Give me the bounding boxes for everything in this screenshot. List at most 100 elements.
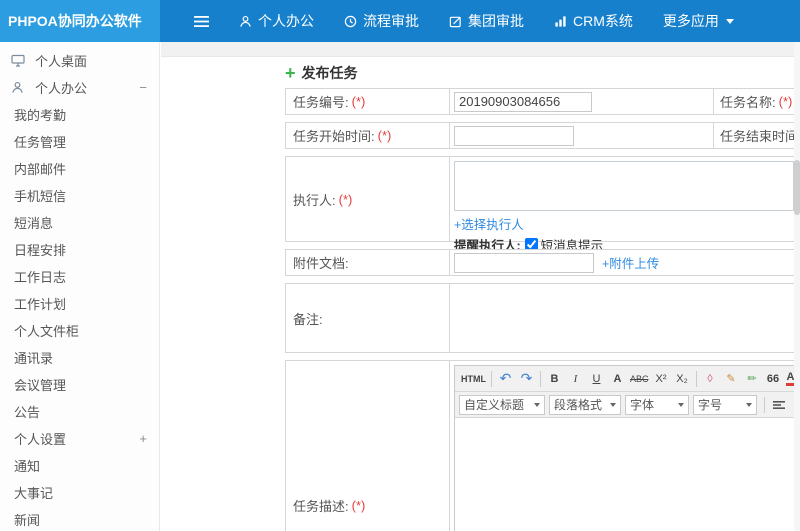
format-painter-button[interactable]: ✎ <box>721 369 742 389</box>
nav-more-apps[interactable]: 更多应用 <box>663 11 734 31</box>
label-text: 任务开始时间: <box>293 129 375 144</box>
underline-button[interactable]: U <box>586 369 607 389</box>
sidebar-item-personal-office[interactable]: 个人办公 − <box>0 74 159 101</box>
remark-textarea[interactable] <box>452 286 800 350</box>
rich-text-editor: HTML ↶ ↷ B I U A ABC X² X₂ ◊ ✎ ✏ 66 A 自定… <box>454 365 800 531</box>
sidebar-item-label: 短消息 <box>14 216 54 231</box>
sidebar-item-meeting-management[interactable]: 会议管理 <box>0 371 159 398</box>
label-text: 备注: <box>293 311 323 327</box>
sidebar-item-task-management[interactable]: 任务管理 <box>0 128 159 155</box>
form-row-attachment: 附件文档: +附件上传 <box>285 249 800 276</box>
nav-label: 更多应用 <box>662 13 719 29</box>
sidebar-item-label: 通知 <box>14 459 41 474</box>
source-code-button[interactable]: HTML <box>459 369 488 389</box>
chevron-down-icon <box>610 402 616 407</box>
expand-icon[interactable]: + <box>139 431 147 446</box>
app-logo[interactable]: PHPOA协同办公软件 <box>0 0 160 42</box>
blockquote-button[interactable]: 66 <box>763 369 784 389</box>
sidebar-item-work-plan[interactable]: 工作计划 <box>0 290 159 317</box>
redo-button[interactable]: ↷ <box>516 369 537 389</box>
sidebar-item-work-log[interactable]: 工作日志 <box>0 263 159 290</box>
align-left-button[interactable] <box>768 395 789 415</box>
sidebar-item-personal-settings[interactable]: 个人设置 + <box>0 425 159 452</box>
heading-select[interactable]: 自定义标题 <box>459 394 545 415</box>
sidebar-item-news[interactable]: 新闻 <box>0 506 159 531</box>
undo-button[interactable]: ↶ <box>495 369 516 389</box>
subscript-button[interactable]: X₂ <box>672 369 693 389</box>
desktop-icon <box>11 54 28 67</box>
editor-content-area[interactable] <box>455 418 800 531</box>
sidebar-item-notice[interactable]: 通知 <box>0 452 159 479</box>
superscript-button[interactable]: X² <box>651 369 672 389</box>
font-style-button[interactable]: A <box>607 369 628 389</box>
top-header: PHPOA协同办公软件 个人办公 流程审批 集团审批 CRM系统 更多应用 <box>0 0 800 42</box>
font-family-select[interactable]: 字体 <box>625 394 689 415</box>
form-row-description: 任务描述: (*) HTML ↶ ↷ B I U A ABC X² X₂ ◊ ✎… <box>285 360 800 531</box>
executor-textarea[interactable] <box>454 161 794 211</box>
sidebar-item-label: 会议管理 <box>14 378 67 393</box>
toolbar-separator <box>540 370 541 387</box>
attachment-cell: +附件上传 <box>449 249 800 276</box>
description-label: 任务描述: (*) <box>285 360 450 531</box>
start-time-label: 任务开始时间: (*) <box>285 122 450 149</box>
select-value: 段落格式 <box>554 398 603 412</box>
nav-label: 集团审批 <box>468 13 524 29</box>
strikethrough-button[interactable]: ABC <box>628 369 651 389</box>
sidebar-item-schedule[interactable]: 日程安排 <box>0 236 159 263</box>
task-number-label: 任务编号: (*) <box>285 88 450 115</box>
sidebar-item-my-attendance[interactable]: 我的考勤 <box>0 101 159 128</box>
form-row-executor: 执行人: (*) +选择执行人 提醒执行人: 短消息提示 <box>285 156 800 253</box>
nav-crm-system[interactable]: CRM系统 <box>554 11 633 31</box>
choose-executor-link[interactable]: +选择执行人 <box>454 214 524 233</box>
paragraph-format-select[interactable]: 段落格式 <box>549 394 621 415</box>
attachment-upload-link[interactable]: +附件上传 <box>602 253 659 272</box>
font-size-select[interactable]: 字号 <box>693 394 757 415</box>
italic-button[interactable]: I <box>565 369 586 389</box>
sidebar-item-label: 手机短信 <box>14 189 67 204</box>
nav-group-approval[interactable]: 集团审批 <box>449 11 524 31</box>
sidebar-item-label: 个人文件柜 <box>14 324 80 339</box>
bold-button[interactable]: B <box>544 369 565 389</box>
remove-format-button[interactable]: ◊ <box>700 369 721 389</box>
editor-toolbar-row2: 自定义标题 段落格式 字体 字号 <box>455 392 800 418</box>
clock-icon <box>344 15 357 28</box>
sidebar-item-personal-files[interactable]: 个人文件柜 <box>0 317 159 344</box>
executor-label: 执行人: (*) <box>285 156 450 242</box>
nav-process-approval[interactable]: 流程审批 <box>344 11 419 31</box>
user-icon <box>11 81 28 94</box>
edit-icon <box>449 15 462 28</box>
sidebar-item-announcement[interactable]: 公告 <box>0 398 159 425</box>
sidebar-item-label: 任务管理 <box>14 135 67 150</box>
sidebar-item-label: 新闻 <box>14 513 41 528</box>
collapse-icon[interactable]: − <box>139 80 147 95</box>
task-name-label: 任务名称: (*) <box>713 88 800 115</box>
sidebar-item-label: 个人桌面 <box>35 54 88 69</box>
nav-personal-office[interactable]: 个人办公 <box>239 11 314 31</box>
sidebar-item-label: 日程安排 <box>14 243 67 258</box>
label-text: 附件文档: <box>293 256 349 271</box>
attachment-input[interactable] <box>454 252 594 273</box>
page-title-text: 发布任务 <box>301 64 358 81</box>
chevron-down-icon <box>725 18 734 24</box>
start-time-input[interactable] <box>454 125 574 146</box>
top-nav: 个人办公 流程审批 集团审批 CRM系统 更多应用 <box>160 0 800 42</box>
sidebar-item-short-message[interactable]: 短消息 <box>0 209 159 236</box>
label-text: 任务编号: <box>293 95 349 110</box>
sidebar: 个人桌面 个人办公 − 我的考勤 任务管理 内部邮件 手机短信 短消息 日程安排… <box>0 42 160 531</box>
sidebar-item-internal-mail[interactable]: 内部邮件 <box>0 155 159 182</box>
required-mark: (*) <box>377 128 392 143</box>
pen-button[interactable]: ✏ <box>742 369 763 389</box>
select-value: 自定义标题 <box>464 398 525 412</box>
label-text: 任务描述: <box>293 498 349 514</box>
chevron-down-icon <box>678 402 684 407</box>
task-number-input[interactable] <box>454 91 592 112</box>
sidebar-item-address-book[interactable]: 通讯录 <box>0 344 159 371</box>
required-mark: (*) <box>351 497 366 513</box>
vertical-scrollbar-thumb[interactable] <box>794 160 800 215</box>
sidebar-item-events[interactable]: 大事记 <box>0 479 159 506</box>
hamburger-menu-icon[interactable] <box>194 15 209 28</box>
label-text: 任务名称: <box>720 95 776 110</box>
sidebar-item-mobile-sms[interactable]: 手机短信 <box>0 182 159 209</box>
sidebar-item-personal-desktop[interactable]: 个人桌面 <box>0 47 159 74</box>
description-cell: HTML ↶ ↷ B I U A ABC X² X₂ ◊ ✎ ✏ 66 A 自定… <box>449 360 800 531</box>
